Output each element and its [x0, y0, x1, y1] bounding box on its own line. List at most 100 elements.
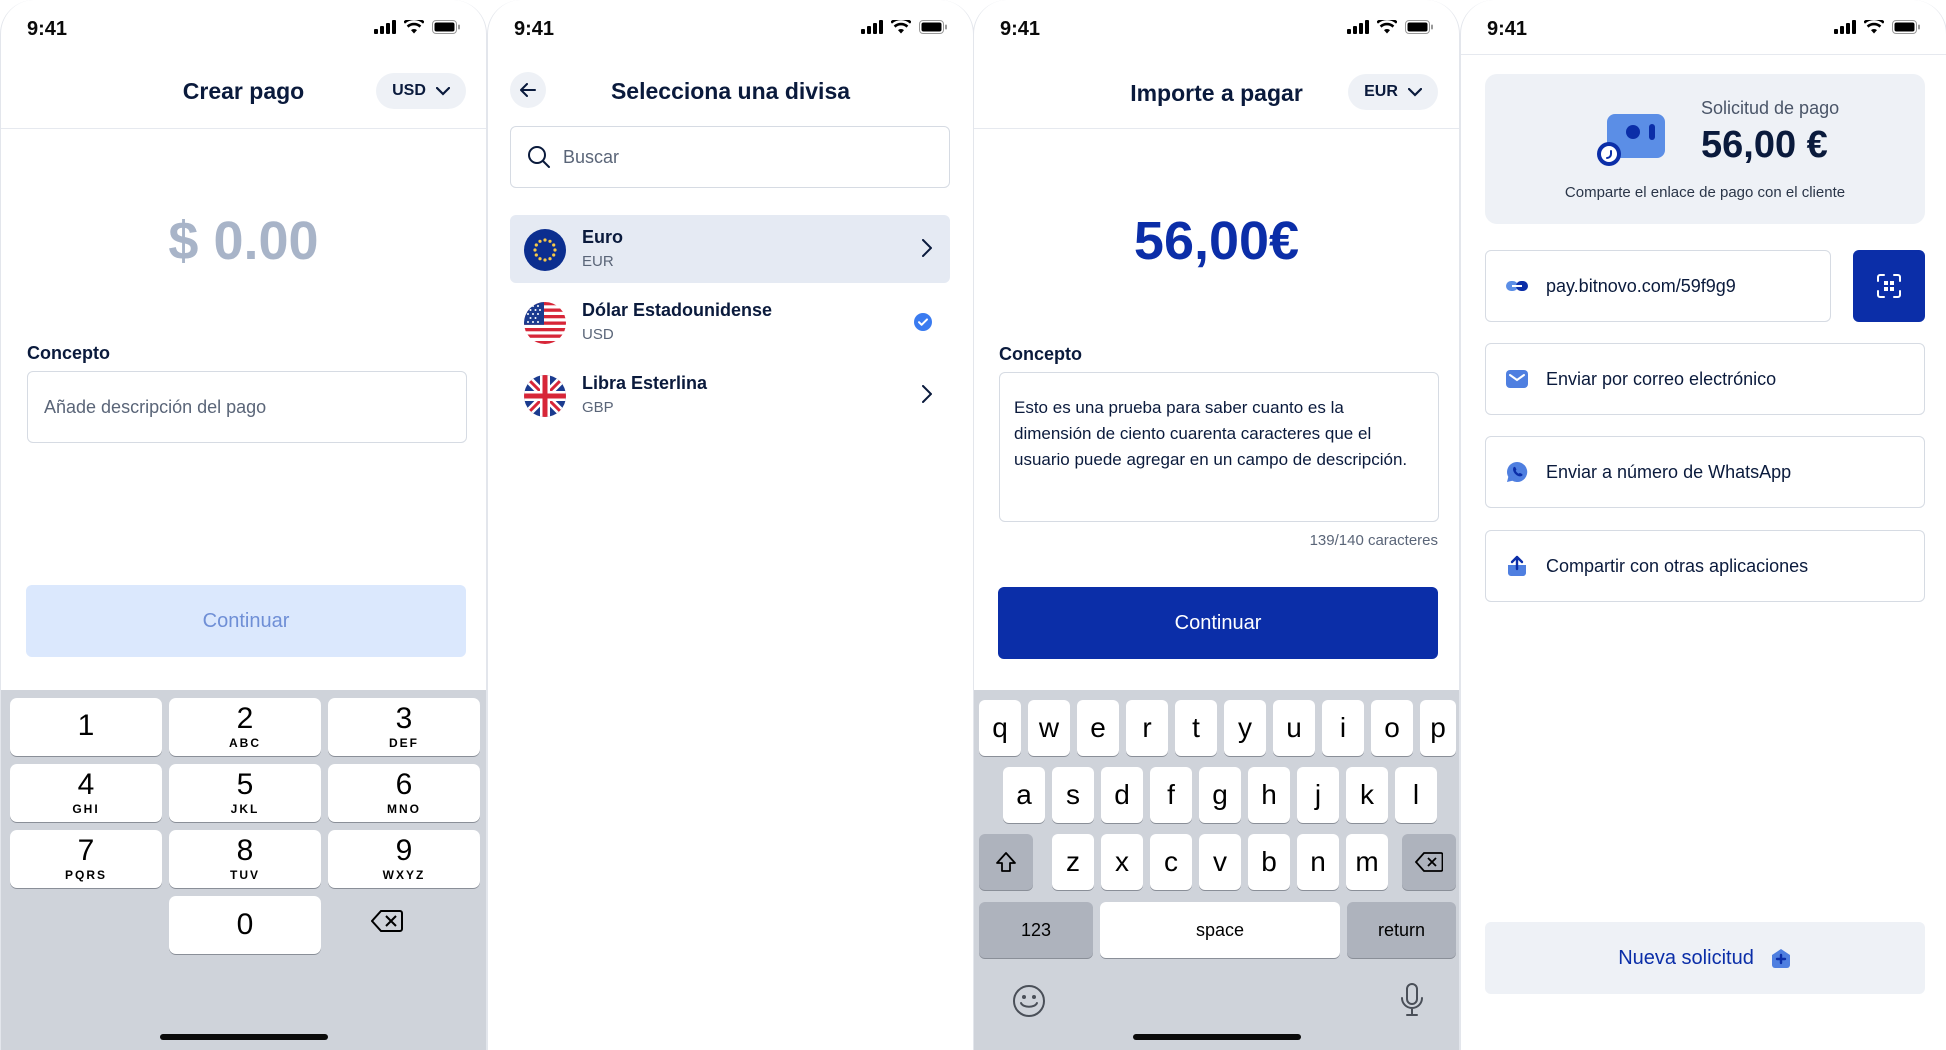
search-input[interactable]: Buscar — [510, 126, 950, 188]
status-bar: 9:41 — [488, 0, 973, 60]
search-placeholder: Buscar — [563, 146, 620, 167]
page-title: Selecciona una divisa — [610, 78, 851, 104]
key-8[interactable]: 8 TUV — [169, 830, 321, 888]
concept-label: Concepto — [27, 343, 110, 363]
key-5[interactable]: 5 JKL — [169, 764, 321, 822]
key-y[interactable]: y — [1224, 700, 1266, 756]
home-indicator — [159, 1034, 328, 1040]
key-o[interactable]: o — [1371, 700, 1413, 756]
currency-row-usd[interactable]: Dólar Estadounidense USD — [510, 288, 950, 356]
request-amount: 56,00 € — [1701, 124, 1828, 166]
return-key[interactable]: return — [1347, 902, 1456, 958]
currency-selector[interactable]: EUR — [1348, 74, 1438, 110]
battery-icon — [1892, 20, 1920, 34]
currency-code: USD — [392, 82, 426, 99]
action-label: Compartir con otras aplicaciones — [1546, 555, 1809, 576]
amount-display: $ 0.00 — [168, 211, 319, 271]
new-wallet-icon — [1771, 949, 1790, 968]
key-v[interactable]: v — [1199, 834, 1241, 890]
key-m[interactable]: m — [1346, 834, 1388, 890]
header-divider — [1, 128, 486, 129]
key-u[interactable]: u — [1273, 700, 1315, 756]
currency-row-gbp[interactable]: Libra Esterlina GBP — [510, 361, 950, 429]
send-email-button[interactable]: Enviar por correo electrónico — [1485, 343, 1925, 415]
key-s[interactable]: s — [1052, 767, 1094, 823]
concept-textarea[interactable]: Esto es una prueba para saber cuanto es … — [999, 372, 1439, 522]
key-e[interactable]: e — [1077, 700, 1119, 756]
chevron-down-icon — [1407, 87, 1422, 97]
key-j[interactable]: j — [1297, 767, 1339, 823]
header-divider — [1461, 54, 1946, 55]
key-x[interactable]: x — [1101, 834, 1143, 890]
key-p[interactable]: p — [1420, 700, 1456, 756]
share-apps-button[interactable]: Compartir con otras aplicaciones — [1485, 530, 1925, 602]
payment-link-field[interactable]: pay.bitnovo.com/59f9g9 — [1485, 250, 1831, 322]
continue-button[interactable]: Continuar — [998, 587, 1438, 659]
new-request-button[interactable]: Nueva solicitud — [1485, 922, 1925, 994]
amount-display: 56,00€ — [1133, 211, 1300, 271]
share-icon — [1508, 555, 1526, 576]
check-circle-icon — [914, 313, 932, 331]
key-f[interactable]: f — [1150, 767, 1192, 823]
wallet-illustration-icon — [1597, 108, 1667, 175]
key-a[interactable]: a — [1003, 767, 1045, 823]
delete-key[interactable] — [1402, 834, 1456, 890]
continue-button[interactable]: Continuar — [26, 585, 466, 657]
key-c[interactable]: c — [1150, 834, 1192, 890]
key-d[interactable]: d — [1101, 767, 1143, 823]
key-2[interactable]: 2 ABC — [169, 698, 321, 756]
key-1[interactable]: 1 — [10, 698, 162, 756]
currency-code: EUR — [1364, 83, 1398, 100]
key-t[interactable]: t — [1175, 700, 1217, 756]
space-key[interactable]: space — [1100, 902, 1340, 958]
qr-code-button[interactable] — [1853, 250, 1925, 322]
key-4[interactable]: 4 GHI — [10, 764, 162, 822]
currency-name: Dólar Estadounidense — [582, 300, 773, 320]
key-h[interactable]: h — [1248, 767, 1290, 823]
key-7[interactable]: 7 PQRS — [10, 830, 162, 888]
key-w[interactable]: w — [1028, 700, 1070, 756]
currency-name: Euro — [582, 227, 624, 247]
emoji-icon[interactable] — [1012, 984, 1046, 1023]
numbers-key[interactable]: 123 — [979, 902, 1093, 958]
currency-selector[interactable]: USD — [376, 73, 466, 109]
key-i[interactable]: i — [1322, 700, 1364, 756]
key-z[interactable]: z — [1052, 834, 1094, 890]
key-6[interactable]: 6 MNO — [328, 764, 480, 822]
key-9[interactable]: 9 WXYZ — [328, 830, 480, 888]
eu-flag-icon — [524, 229, 566, 271]
microphone-icon[interactable] — [1400, 982, 1424, 1023]
status-time: 9:41 — [27, 18, 68, 40]
status-bar: 9:41 — [1461, 0, 1946, 60]
key-r[interactable]: r — [1126, 700, 1168, 756]
concept-label: Concepto — [999, 344, 1082, 364]
shift-icon — [996, 852, 1016, 872]
send-whatsapp-button[interactable]: Enviar a número de WhatsApp — [1485, 436, 1925, 508]
key-3[interactable]: 3 DEF — [328, 698, 480, 756]
shift-key[interactable] — [979, 834, 1033, 890]
signal-icon — [1347, 20, 1369, 34]
key-b[interactable]: b — [1248, 834, 1290, 890]
signal-icon — [861, 20, 883, 34]
amount-to-pay-screen: 9:41 Importe a pagar EUR 56,00€ Concepto… — [973, 0, 1460, 1050]
key-l[interactable]: l — [1395, 767, 1437, 823]
key-g[interactable]: g — [1199, 767, 1241, 823]
signal-icon — [374, 20, 396, 34]
chevron-down-icon — [435, 86, 450, 96]
concept-input[interactable]: Añade descripción del pago — [27, 371, 467, 443]
key-n[interactable]: n — [1297, 834, 1339, 890]
payment-request-screen: 9:41 Solicitud de pago 56,00 € Comparte … — [1460, 0, 1946, 1050]
character-counter: 139/140 caracteres — [1309, 532, 1438, 549]
status-bar: 9:41 — [974, 0, 1459, 60]
backspace-icon[interactable] — [370, 910, 403, 937]
battery-icon — [432, 20, 460, 34]
wifi-icon — [1377, 20, 1397, 34]
key-k[interactable]: k — [1346, 767, 1388, 823]
key-0[interactable]: 0 — [169, 896, 321, 954]
status-time: 9:41 — [1000, 18, 1041, 40]
currency-row-eur[interactable]: Euro EUR — [510, 215, 950, 283]
create-payment-screen: 9:41 Crear pago USD $ 0.00 Concepto Añad… — [0, 0, 487, 1050]
key-q[interactable]: q — [979, 700, 1021, 756]
currency-code: GBP — [582, 399, 614, 416]
status-time: 9:41 — [1487, 18, 1528, 40]
